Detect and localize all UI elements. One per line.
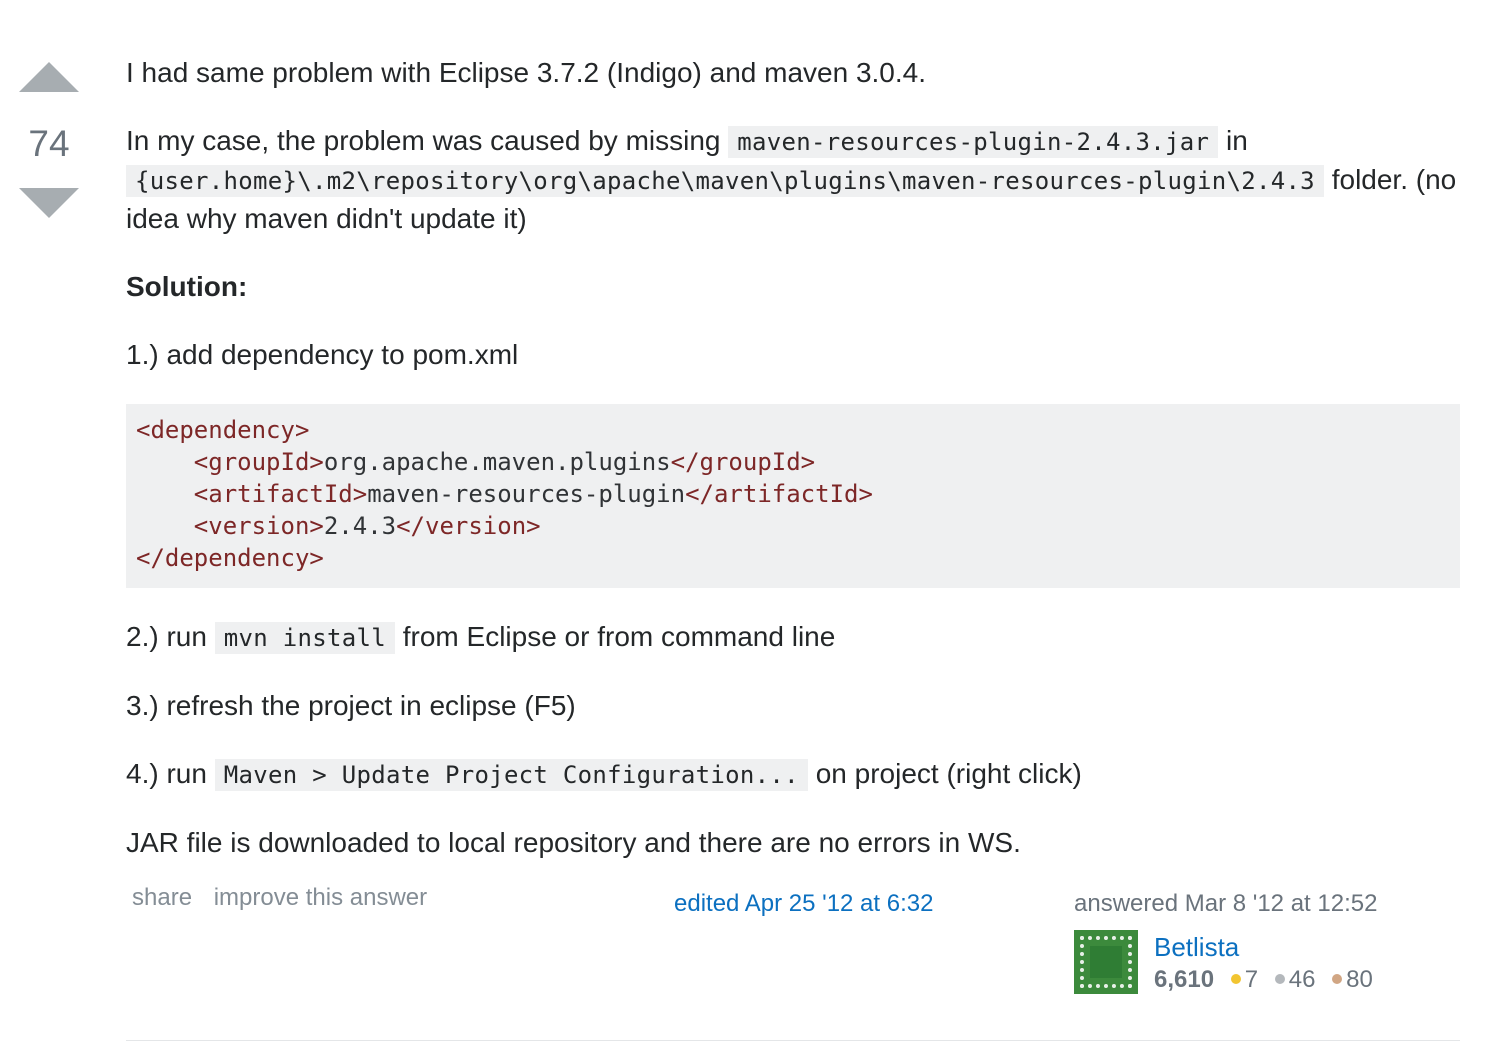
vote-up-icon[interactable]: [19, 62, 79, 92]
step-3: 3.) refresh the project in eclipse (F5): [126, 690, 576, 721]
avatar[interactable]: [1074, 930, 1138, 994]
gold-badge-icon: [1230, 974, 1241, 985]
vote-cell: 74: [18, 62, 80, 218]
answered-time: answered Mar 8 '12 at 12:52: [1074, 890, 1378, 917]
step-2: 2.) run mvn install from Eclipse or from…: [126, 621, 836, 654]
user-details: Betlista 6,610 7 46 80: [1154, 930, 1373, 994]
reputation-score: 6,610: [1154, 966, 1215, 993]
step-1: 1.) add dependency to pom.xml: [126, 339, 519, 370]
code-block: <dependency> <groupId>org.apache.maven.p…: [126, 404, 1460, 588]
bronze-badge-count: 80: [1346, 966, 1373, 993]
answer-body: I had same problem with Eclipse 3.7.2 (I…: [126, 54, 1460, 892]
answer-divider: [126, 1040, 1460, 1041]
user-name-link[interactable]: Betlista: [1154, 930, 1373, 964]
improve-answer-link[interactable]: improve this answer: [214, 884, 427, 911]
vote-down-icon[interactable]: [19, 188, 79, 218]
post-menu: share improve this answer: [132, 884, 442, 912]
inline-code-menu: Maven > Update Project Configuration...: [214, 759, 808, 791]
inline-code-path: {user.home}\.m2\repository\org\apache\ma…: [126, 165, 1324, 197]
inline-code-jar: maven-resources-plugin-2.4.3.jar: [728, 126, 1219, 158]
bronze-badge-icon: [1332, 974, 1343, 985]
share-link[interactable]: share: [132, 884, 192, 911]
vote-count: 74: [28, 123, 70, 164]
gold-badge-count: 7: [1244, 966, 1259, 993]
user-signature: answered Mar 8 '12 at 12:52 Betlista 6,6…: [1074, 890, 1434, 994]
step-4: 4.) run Maven > Update Project Configura…: [126, 758, 1082, 791]
user-stats: 6,610 7 46 80: [1154, 966, 1373, 994]
solution-heading: Solution:: [126, 271, 248, 302]
user-info: Betlista 6,610 7 46 80: [1074, 930, 1434, 994]
paragraph-cause: In my case, the problem was caused by mi…: [126, 125, 1457, 234]
inline-code-mvn: mvn install: [214, 622, 395, 654]
edited-link[interactable]: edited Apr 25 '12 at 6:32: [674, 890, 933, 918]
silver-badge-icon: [1274, 974, 1285, 985]
silver-badge-count: 46: [1288, 966, 1316, 993]
paragraph-conclusion: JAR file is downloaded to local reposito…: [126, 827, 1021, 858]
paragraph-intro: I had same problem with Eclipse 3.7.2 (I…: [126, 57, 926, 88]
